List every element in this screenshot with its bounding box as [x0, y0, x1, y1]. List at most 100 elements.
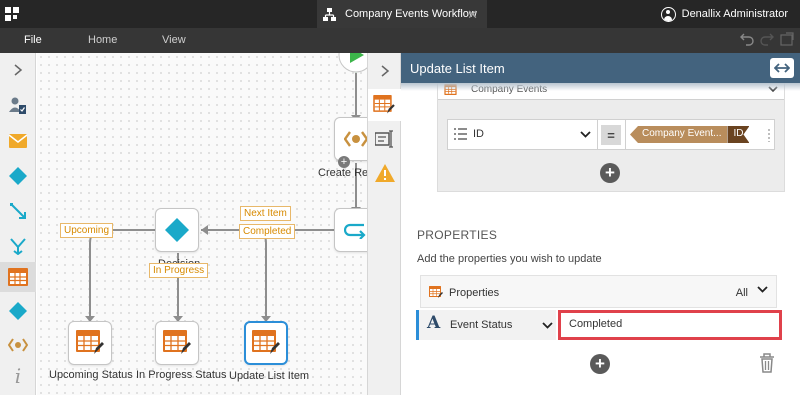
- event-status-row: A Event Status Completed: [416, 310, 782, 342]
- redo-icon[interactable]: [760, 32, 774, 46]
- node-label-in-progress-status: In Progress Status: [136, 369, 227, 381]
- criteria-field-select[interactable]: ID: [448, 120, 598, 149]
- user-task-icon: [9, 97, 26, 114]
- list-item-edit-icon: [429, 286, 443, 298]
- tag-in-progress: In Progress: [149, 263, 209, 278]
- filter-criteria-box: Company Events ID = Company Event... ID …: [437, 79, 785, 192]
- toolbox-decision-2[interactable]: [0, 296, 36, 326]
- node-loop[interactable]: [334, 208, 367, 252]
- toolbox-email[interactable]: [0, 126, 36, 156]
- menu-file[interactable]: File: [24, 34, 42, 46]
- toolbox-split[interactable]: [0, 196, 36, 226]
- tag-completed: Completed: [239, 224, 296, 239]
- close-icon[interactable]: ✕: [467, 7, 478, 23]
- panel-toggle-button[interactable]: [770, 58, 794, 78]
- expand-icon[interactable]: [780, 32, 794, 46]
- toolbar-tools: [740, 32, 794, 46]
- info-icon: i: [14, 364, 22, 388]
- document-tab[interactable]: Company Events Workflow ✕: [317, 0, 487, 28]
- criteria-value[interactable]: Company Event... ID: [625, 120, 765, 149]
- document-title: Company Events Workflow: [345, 8, 477, 20]
- tag-next-item: Next Item: [240, 206, 291, 221]
- loop-icon: [344, 223, 366, 239]
- toolbox-user-task[interactable]: [0, 91, 36, 121]
- text-type-icon: A: [427, 313, 441, 333]
- expand-toolbox-button[interactable]: [0, 55, 36, 85]
- header-shadow: [401, 83, 800, 91]
- tab-warnings[interactable]: [368, 157, 401, 189]
- toolbox-sidebar: i: [0, 53, 36, 395]
- criteria-field-label: ID: [473, 128, 484, 140]
- user-menu[interactable]: Denallix Administrator: [660, 0, 788, 28]
- panel-title: Update List Item: [410, 61, 505, 76]
- number-list-icon: [454, 128, 467, 140]
- token-field: ID: [727, 126, 749, 143]
- criteria-operator[interactable]: =: [601, 125, 621, 145]
- user-avatar-icon: [660, 6, 676, 22]
- reference-icon: [344, 131, 367, 147]
- diamond-icon: [9, 302, 27, 320]
- toolbox-merge[interactable]: [0, 231, 36, 261]
- diamond-icon: [165, 218, 189, 242]
- criteria-value-token[interactable]: Company Event... ID: [630, 126, 749, 143]
- properties-section-title: PROPERTIES: [417, 228, 498, 242]
- expand-arrows-icon: [774, 63, 790, 73]
- reference-icon: [8, 338, 28, 352]
- panel-tab-strip: [367, 53, 401, 395]
- event-status-label: Event Status: [450, 319, 513, 331]
- merge-arrows-icon: [10, 238, 26, 255]
- toolbox-reference[interactable]: [0, 330, 36, 360]
- menu-home[interactable]: Home: [88, 34, 117, 46]
- node-decision[interactable]: [155, 208, 199, 252]
- node-label-create-reference: Create Ref: [318, 167, 367, 179]
- toolbox-list-item[interactable]: [0, 262, 36, 292]
- properties-filter-row[interactable]: Properties All: [420, 275, 777, 308]
- warning-icon: [374, 164, 395, 182]
- title-bar: Company Events Workflow ✕ Denallix Admin…: [0, 0, 800, 28]
- event-status-field-select[interactable]: A Event Status: [416, 310, 556, 340]
- toolbox-info[interactable]: i: [0, 361, 36, 391]
- list-item-icon: [8, 268, 28, 286]
- chevron-right-icon: [381, 65, 389, 77]
- node-label-update-list-item: Update List Item: [229, 370, 310, 382]
- tab-properties-editor[interactable]: [368, 123, 401, 155]
- node-update-list-item[interactable]: [244, 321, 288, 365]
- properties-label: Properties: [449, 287, 500, 299]
- list-item-edit-icon: [76, 330, 104, 354]
- node-label-upcoming-status: Upcoming Status: [49, 369, 133, 381]
- properties-section-subtitle: Add the properties you wish to update: [417, 253, 602, 265]
- list-item-edit-icon: [252, 330, 280, 354]
- list-item-edit-icon: [163, 330, 191, 354]
- diamond-icon: [9, 167, 27, 185]
- workflow-icon: [323, 7, 336, 21]
- node-in-progress-status[interactable]: [155, 321, 199, 365]
- panel-header: Update List Item: [401, 53, 800, 83]
- toolbox-decision[interactable]: [0, 161, 36, 191]
- tab-configuration[interactable]: [368, 89, 401, 121]
- criteria-row: ID = Company Event... ID: [447, 119, 775, 150]
- configuration-panel: Company Events ID = Company Event... ID …: [401, 53, 800, 395]
- tag-upcoming: Upcoming: [60, 223, 114, 238]
- add-criteria-button[interactable]: +: [600, 163, 620, 183]
- list-item-edit-icon: [372, 95, 395, 114]
- add-property-button[interactable]: +: [590, 354, 610, 374]
- menu-view[interactable]: View: [162, 34, 186, 46]
- node-create-reference[interactable]: +: [334, 117, 367, 168]
- text-field-icon: [374, 130, 393, 148]
- drag-handle-icon[interactable]: [767, 128, 771, 142]
- trash-icon[interactable]: [759, 353, 775, 373]
- chevron-down-icon: [580, 131, 591, 138]
- menu-bar: File Home View: [0, 28, 800, 53]
- event-status-value-input[interactable]: Completed: [558, 310, 782, 340]
- chevron-right-icon: [14, 64, 23, 76]
- undo-icon[interactable]: [740, 32, 754, 46]
- node-upcoming-status[interactable]: [68, 321, 112, 365]
- app-grid-icon[interactable]: [5, 7, 19, 21]
- user-name: Denallix Administrator: [681, 8, 788, 20]
- split-arrows-icon: [10, 203, 26, 219]
- properties-filter-value: All: [735, 287, 748, 299]
- collapse-panel-button[interactable]: [368, 55, 401, 87]
- token-source: Company Event...: [630, 126, 728, 143]
- chevron-down-icon: [757, 286, 768, 293]
- workflow-canvas[interactable]: + Create Ref Decision Next Item Complete…: [37, 53, 367, 395]
